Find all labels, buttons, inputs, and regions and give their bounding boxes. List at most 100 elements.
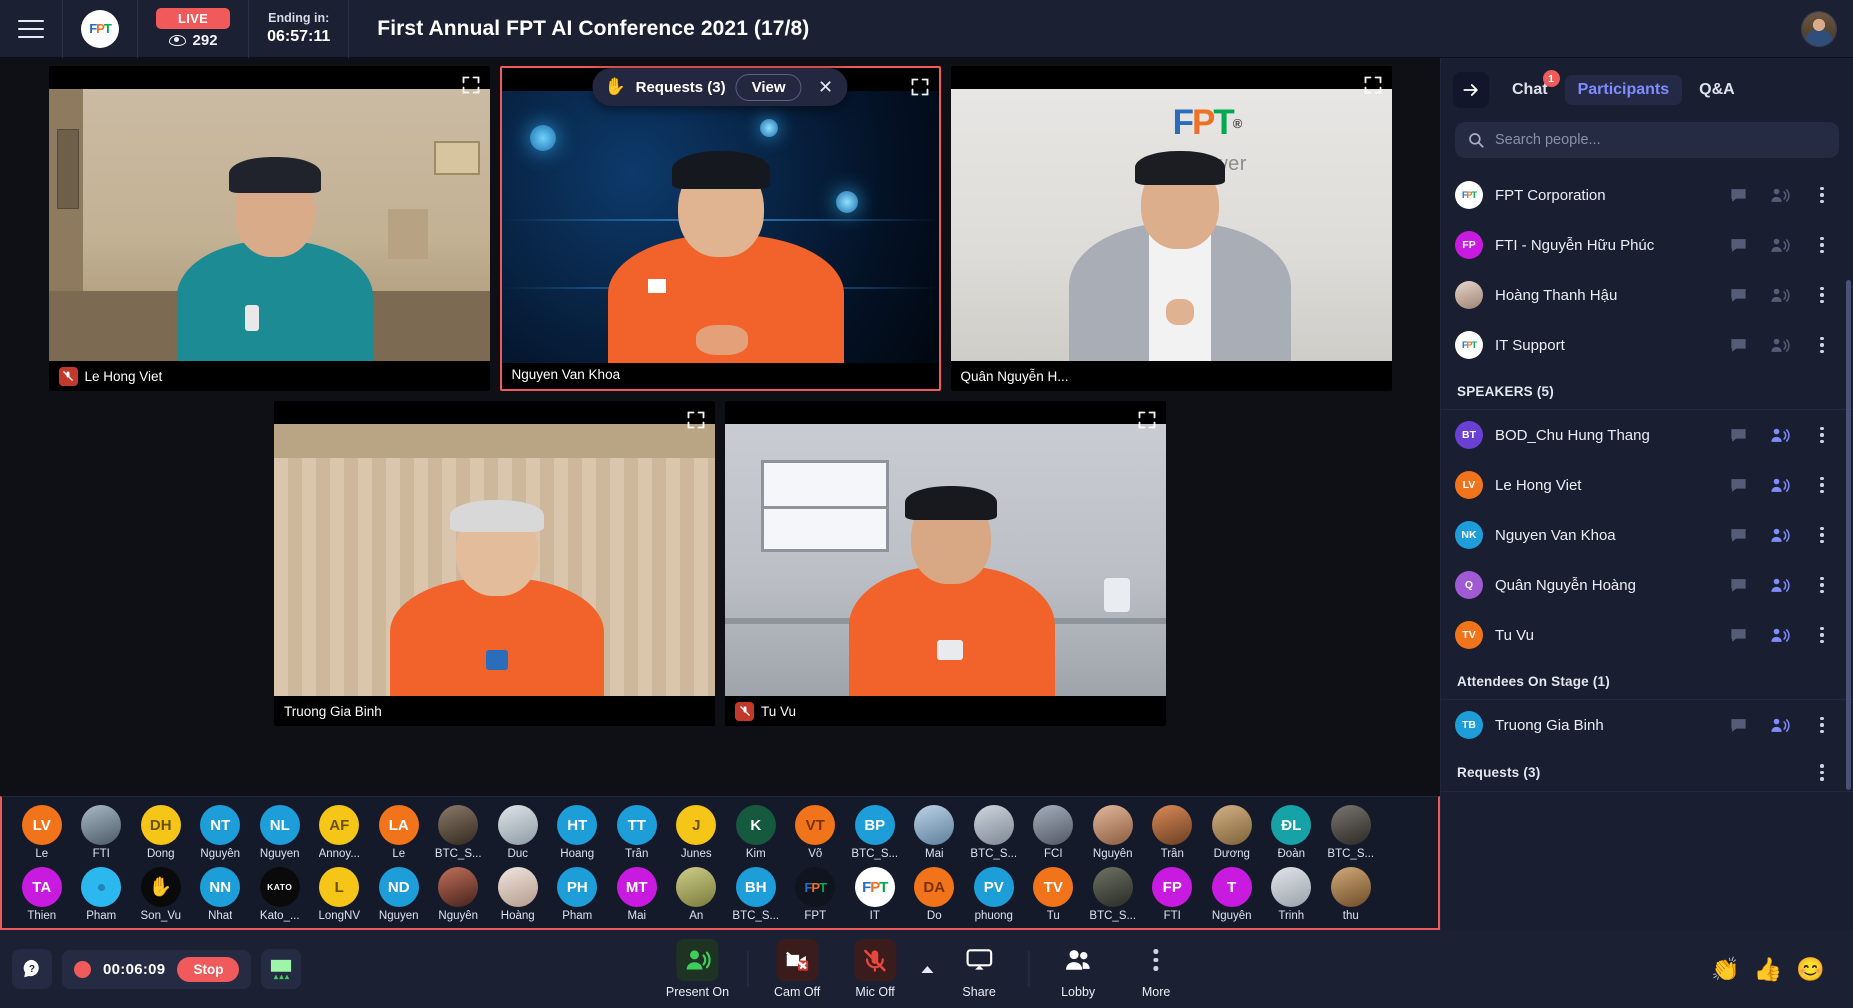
participant-thumbnail[interactable]: PH Pham bbox=[548, 867, 608, 922]
hamburger-icon[interactable] bbox=[18, 19, 44, 38]
mic-toggle-button[interactable]: Mic Off bbox=[838, 939, 912, 999]
participant-thumbnail[interactable]: DH Dong bbox=[131, 805, 191, 860]
participant-thumbnail[interactable]: Nguyễn bbox=[1083, 805, 1143, 860]
smile-reaction-icon[interactable]: 😊 bbox=[1796, 957, 1825, 981]
more-options-icon[interactable] bbox=[1807, 576, 1837, 594]
participant-thumbnail[interactable]: FCI bbox=[1024, 805, 1084, 860]
participant-thumbnail[interactable]: TA Thien bbox=[12, 867, 72, 922]
chat-icon[interactable] bbox=[1723, 286, 1753, 305]
participant-thumbnail[interactable]: KATO Kato_... bbox=[250, 867, 310, 922]
participant-thumbnail[interactable]: AF Annoy... bbox=[310, 805, 370, 860]
expand-icon[interactable] bbox=[1137, 410, 1157, 430]
participant-thumbnail[interactable]: K Kim bbox=[726, 805, 786, 860]
participant-thumbnail[interactable]: BTC_S... bbox=[429, 805, 489, 860]
participant-thumbnail[interactable]: PV phuong bbox=[964, 867, 1024, 922]
chat-icon[interactable] bbox=[1723, 716, 1753, 735]
participant-thumbnail[interactable]: Duc bbox=[488, 805, 548, 860]
more-options-icon[interactable] bbox=[1807, 764, 1837, 781]
participant-thumbnail[interactable]: J Junes bbox=[667, 805, 727, 860]
view-requests-button[interactable]: View bbox=[735, 73, 802, 101]
speaker-request-icon[interactable] bbox=[1765, 576, 1795, 595]
participant-row[interactable]: TV Tu Vu bbox=[1441, 610, 1853, 660]
video-tile[interactable]: Truong Gia Binh bbox=[274, 401, 715, 726]
participants-list[interactable]: FPT FPT Corporation FP FTI - Nguyễn Hữu Phú… bbox=[1441, 170, 1853, 930]
user-avatar[interactable] bbox=[1801, 10, 1837, 47]
speaker-request-icon[interactable] bbox=[1765, 626, 1795, 645]
participant-thumbnail[interactable]: thu bbox=[1321, 867, 1381, 922]
clap-reaction-icon[interactable]: 👏 bbox=[1711, 957, 1740, 981]
participant-thumbnail[interactable]: DA Do bbox=[905, 867, 965, 922]
more-options-icon[interactable] bbox=[1807, 286, 1837, 304]
participant-thumbnail[interactable]: Dương bbox=[1202, 805, 1262, 860]
participant-thumbnail[interactable]: Nguyễn bbox=[429, 867, 489, 922]
participant-row[interactable]: FP FTI - Nguyễn Hữu Phúc bbox=[1441, 220, 1853, 270]
share-button[interactable]: Share bbox=[942, 939, 1016, 999]
search-box[interactable] bbox=[1455, 122, 1839, 158]
chat-icon[interactable] bbox=[1723, 576, 1753, 595]
participant-thumbnail[interactable]: ĐL Đoàn bbox=[1262, 805, 1322, 860]
speaker-request-icon[interactable] bbox=[1765, 336, 1795, 355]
participant-thumbnail[interactable]: FTI bbox=[72, 805, 132, 860]
participant-row[interactable]: BT BOD_Chu Hung Thang bbox=[1441, 410, 1853, 460]
chevron-up-icon[interactable] bbox=[916, 948, 938, 990]
participant-thumbnail[interactable]: MT Mai bbox=[607, 867, 667, 922]
chat-icon[interactable] bbox=[1723, 476, 1753, 495]
more-options-icon[interactable] bbox=[1807, 626, 1837, 644]
speaker-request-icon[interactable] bbox=[1765, 526, 1795, 545]
participant-thumbnail[interactable]: ND Nguyen bbox=[369, 867, 429, 922]
participant-thumbnail[interactable]: FPT IT bbox=[845, 867, 905, 922]
participant-thumbnail[interactable]: HT Hoang bbox=[548, 805, 608, 860]
participant-thumbnail[interactable]: T Nguyễn bbox=[1202, 867, 1262, 922]
participant-thumbnail[interactable]: Trinh bbox=[1262, 867, 1322, 922]
tab-chat[interactable]: Chat 1 bbox=[1499, 70, 1561, 105]
close-icon[interactable]: ✕ bbox=[812, 73, 840, 101]
chat-icon[interactable] bbox=[1723, 336, 1753, 355]
participant-thumbnail[interactable]: Hoàng bbox=[488, 867, 548, 922]
speaker-request-icon[interactable] bbox=[1765, 236, 1795, 255]
participant-thumbnail[interactable]: ✋ Son_Vu bbox=[131, 867, 191, 922]
speaker-request-icon[interactable] bbox=[1765, 186, 1795, 205]
expand-icon[interactable] bbox=[686, 410, 706, 430]
camera-toggle-button[interactable]: Cam Off bbox=[760, 939, 834, 999]
sidebar-scrollbar[interactable] bbox=[1846, 280, 1851, 790]
chat-icon[interactable] bbox=[1723, 186, 1753, 205]
tab-participants[interactable]: Participants bbox=[1564, 75, 1683, 105]
speaker-request-icon[interactable] bbox=[1765, 426, 1795, 445]
participant-row[interactable]: NK Nguyen Van Khoa bbox=[1441, 510, 1853, 560]
present-on-button[interactable]: Present On bbox=[660, 939, 735, 999]
tab-qa[interactable]: Q&A bbox=[1686, 75, 1748, 105]
participant-thumbnail[interactable]: LA Le bbox=[369, 805, 429, 860]
participant-row[interactable]: LV Le Hong Viet bbox=[1441, 460, 1853, 510]
more-options-icon[interactable] bbox=[1807, 236, 1837, 254]
more-options-icon[interactable] bbox=[1807, 716, 1837, 734]
stop-recording-button[interactable]: Stop bbox=[177, 956, 240, 982]
speaker-request-icon[interactable] bbox=[1765, 286, 1795, 305]
chat-icon[interactable] bbox=[1723, 236, 1753, 255]
participant-row[interactable]: TB Truong Gia Binh bbox=[1441, 700, 1853, 750]
participant-thumbnail[interactable]: Mai bbox=[905, 805, 965, 860]
participant-thumbnail[interactable]: TV Tu bbox=[1024, 867, 1084, 922]
participant-thumbnail[interactable]: BTC_S... bbox=[964, 805, 1024, 860]
arrow-right-icon[interactable] bbox=[1453, 72, 1489, 108]
participant-row[interactable]: FPT FPT Corporation bbox=[1441, 170, 1853, 220]
participant-thumbnail[interactable]: TT Trần bbox=[607, 805, 667, 860]
speaker-request-icon[interactable] bbox=[1765, 476, 1795, 495]
menu-button[interactable] bbox=[0, 0, 62, 58]
more-options-icon[interactable] bbox=[1807, 186, 1837, 204]
participant-thumbnail[interactable]: FPT FPT bbox=[786, 867, 846, 922]
help-bubble-icon[interactable]: ? bbox=[12, 949, 52, 989]
participant-thumbnail[interactable]: VT Võ bbox=[786, 805, 846, 860]
participant-thumbnail[interactable]: BTC_S... bbox=[1083, 867, 1143, 922]
search-input[interactable] bbox=[1495, 132, 1827, 148]
more-options-icon[interactable] bbox=[1807, 336, 1837, 354]
chat-icon[interactable] bbox=[1723, 626, 1753, 645]
expand-icon[interactable] bbox=[1363, 75, 1383, 95]
participant-thumbnail[interactable]: An bbox=[667, 867, 727, 922]
lobby-button[interactable]: Lobby bbox=[1041, 939, 1115, 999]
participant-thumbnail[interactable]: FP FTI bbox=[1143, 867, 1203, 922]
participant-row[interactable]: Q Quân Nguyễn Hoàng bbox=[1441, 560, 1853, 610]
participant-thumbnail[interactable]: BH BTC_S... bbox=[726, 867, 786, 922]
more-button[interactable]: More bbox=[1119, 939, 1193, 999]
video-tile[interactable]: FPT® FPT Tower bbox=[950, 66, 1392, 391]
chat-icon[interactable] bbox=[1723, 426, 1753, 445]
